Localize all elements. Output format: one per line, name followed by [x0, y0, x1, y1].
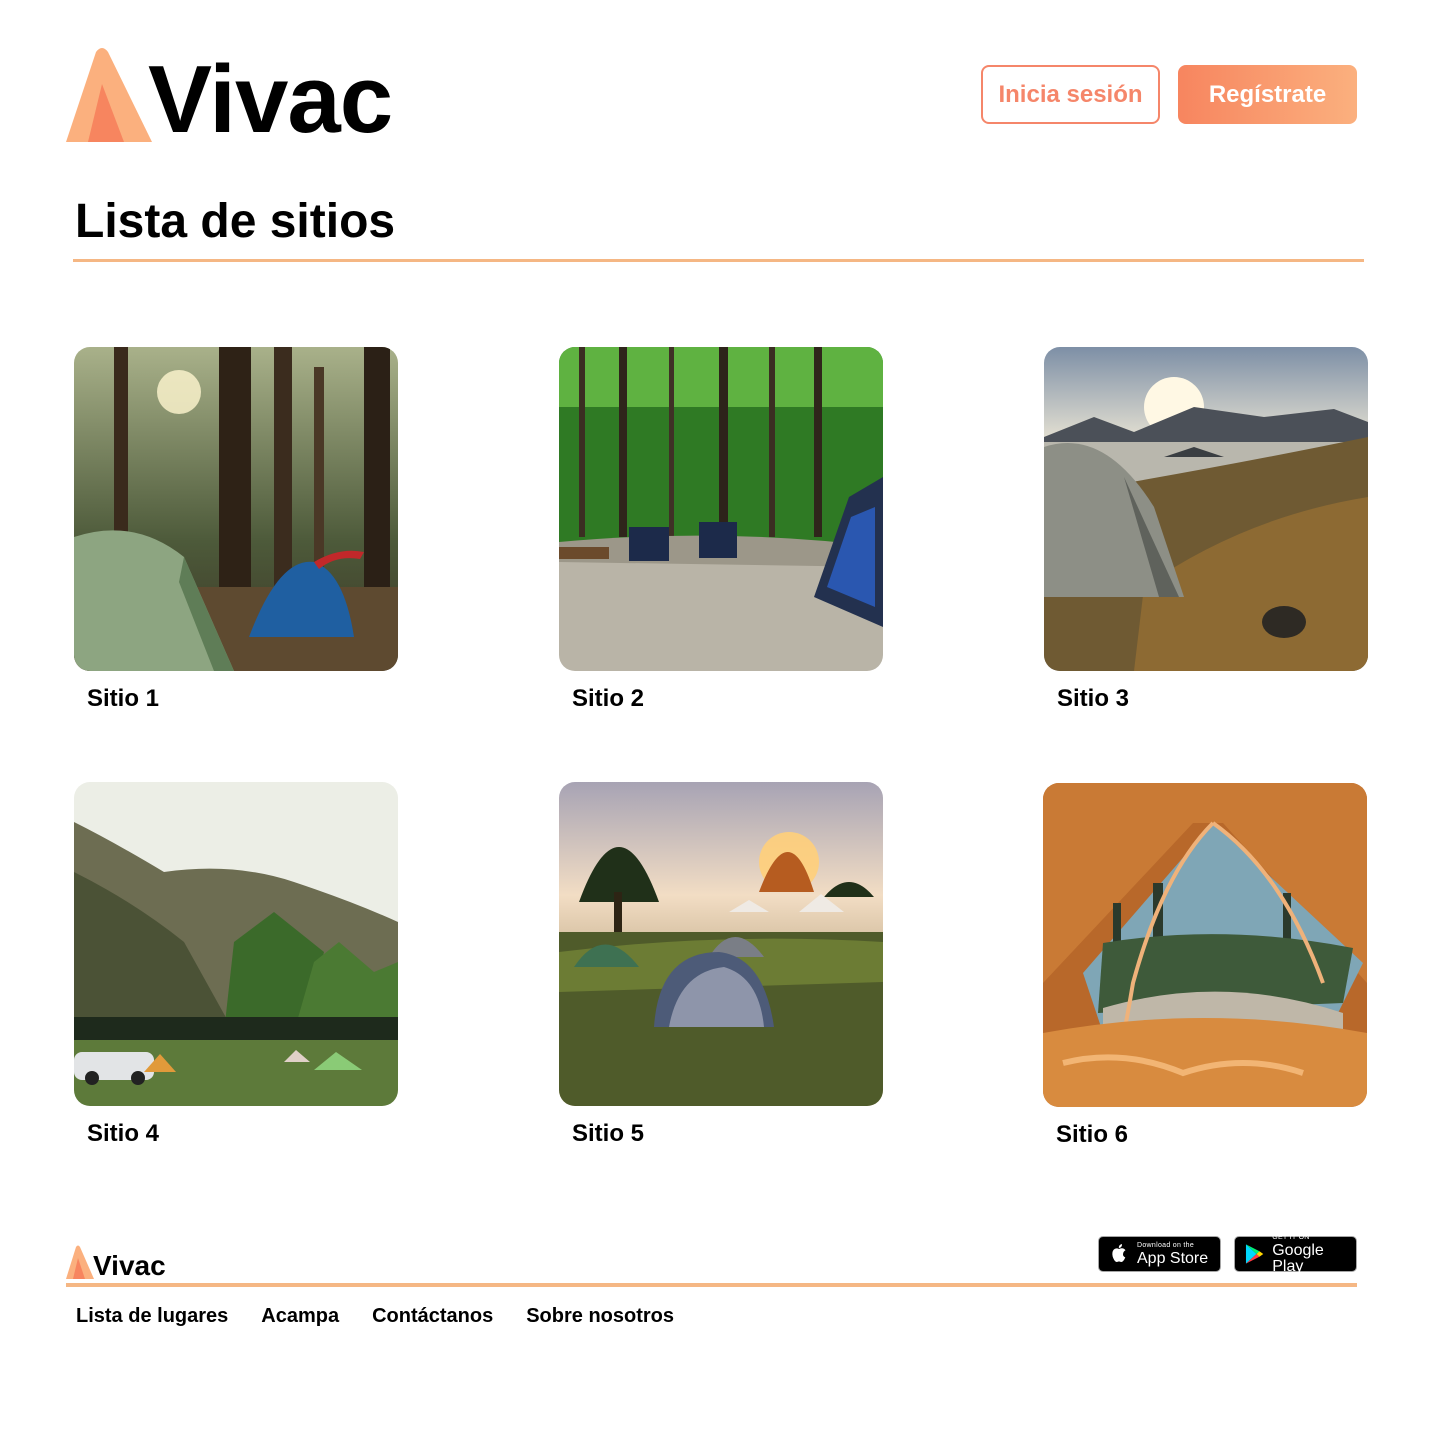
- footer-brand-name: Vivac: [93, 1250, 166, 1281]
- apple-icon: [1112, 1244, 1126, 1262]
- app-store-big-text: App Store: [1137, 1249, 1209, 1267]
- campsite-chairs-image: [559, 347, 883, 671]
- footer-nav: Lista de lugares Acampa Contáctanos Sobr…: [76, 1305, 674, 1328]
- site-image-2[interactable]: [559, 347, 883, 671]
- google-play-small-text: GET IT ON: [1272, 1233, 1310, 1241]
- site-image-3[interactable]: [1044, 347, 1368, 671]
- site-label-2: Sitio 2: [572, 685, 645, 712]
- login-button[interactable]: Inicia sesión: [981, 65, 1160, 124]
- site-card-6[interactable]: Sitio 6: [1043, 783, 1367, 1148]
- site-image-4[interactable]: [74, 782, 398, 1106]
- site-image-5[interactable]: [559, 782, 883, 1106]
- tent-logo-icon: [66, 1245, 94, 1279]
- site-label-4: Sitio 4: [87, 1120, 160, 1147]
- site-image-6[interactable]: [1043, 783, 1367, 1107]
- brand-name: Vivac: [148, 46, 393, 153]
- site-card-2[interactable]: Sitio 2: [559, 347, 883, 712]
- google-play-badge[interactable]: GET IT ON Google Play: [1234, 1233, 1357, 1275]
- app-store-small-text: Download on the: [1137, 1241, 1195, 1249]
- site-image-1[interactable]: [74, 347, 398, 671]
- site-label-5: Sitio 5: [572, 1120, 645, 1147]
- page: Vivac Inicia sesión Regístrate Lista de …: [0, 0, 1440, 1430]
- site-card-1[interactable]: Sitio 1: [74, 347, 398, 712]
- site-label-6: Sitio 6: [1056, 1121, 1129, 1148]
- tent-view-image: [1043, 783, 1367, 1107]
- site-label-1: Sitio 1: [87, 685, 160, 712]
- mountain-meadow-image: [74, 782, 398, 1106]
- tent-logo-icon: [66, 48, 152, 142]
- footer-link-lista-de-lugares[interactable]: Lista de lugares: [76, 1305, 228, 1328]
- site-label-3: Sitio 3: [1057, 685, 1130, 712]
- footer-brand-logo[interactable]: Vivac: [66, 1244, 176, 1282]
- register-button[interactable]: Regístrate: [1178, 65, 1357, 124]
- site-card-3[interactable]: Sitio 3: [1044, 347, 1368, 712]
- site-card-4[interactable]: Sitio 4: [74, 782, 398, 1147]
- footer-link-sobre-nosotros[interactable]: Sobre nosotros: [526, 1305, 674, 1328]
- app-store-badge[interactable]: Download on the App Store: [1098, 1236, 1221, 1272]
- lake-tent-image: [1044, 347, 1368, 671]
- google-play-big-text: Google Play: [1272, 1241, 1324, 1275]
- forest-tents-image: [74, 347, 398, 671]
- field-tents-image: [559, 782, 883, 1106]
- title-divider: [73, 259, 1364, 262]
- site-card-5[interactable]: Sitio 5: [559, 782, 883, 1147]
- page-title: Lista de sitios: [75, 195, 396, 248]
- google-play-icon: [1245, 1244, 1264, 1264]
- footer-divider: [66, 1283, 1357, 1287]
- footer-link-acampa[interactable]: Acampa: [261, 1305, 339, 1328]
- footer-link-contactanos[interactable]: Contáctanos: [372, 1305, 493, 1328]
